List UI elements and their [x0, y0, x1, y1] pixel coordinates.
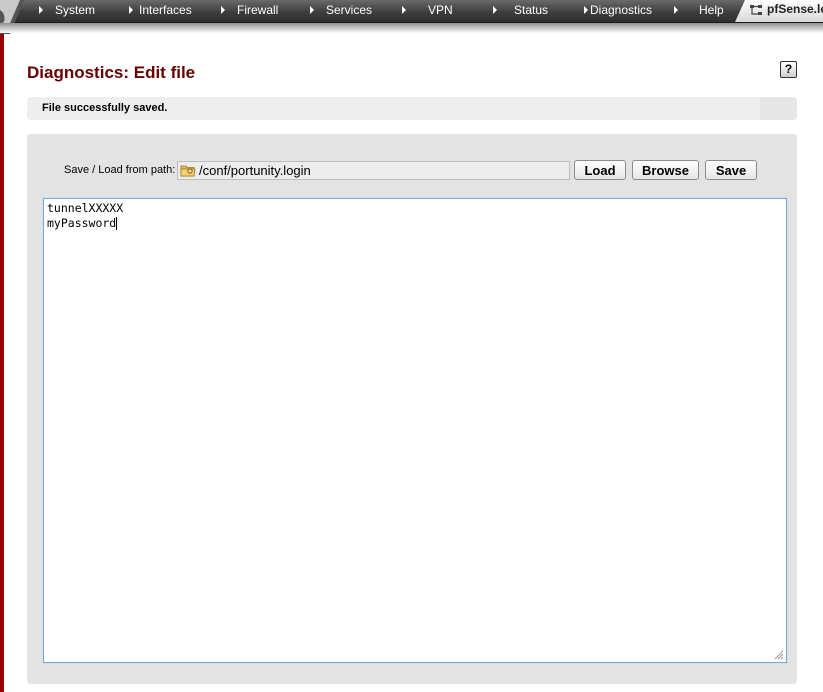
- text-caret: [116, 217, 118, 230]
- editor-line: tunnelXXXXX: [47, 201, 124, 215]
- nav-item-help[interactable]: Help: [674, 0, 724, 22]
- path-input[interactable]: [199, 162, 565, 179]
- triangle-right-icon: [39, 5, 43, 14]
- nav-shadow: [0, 23, 823, 33]
- triangle-right-icon: [310, 5, 314, 14]
- help-icon[interactable]: ?: [780, 61, 797, 78]
- nav-item-services[interactable]: Services: [310, 0, 372, 22]
- triangle-right-icon: [221, 5, 225, 14]
- save-button[interactable]: Save: [705, 160, 757, 180]
- triangle-right-icon: [402, 5, 406, 14]
- brand-link[interactable]: pfSense.lo: [767, 2, 823, 16]
- nav-item-system[interactable]: System: [39, 0, 95, 22]
- page-title: Diagnostics: Edit file: [27, 63, 196, 82]
- path-input-wrapper: [177, 161, 570, 180]
- triangle-right-icon: [584, 5, 588, 14]
- nav-item-interfaces[interactable]: Interfaces: [129, 0, 192, 22]
- triangle-right-icon: [493, 5, 497, 14]
- status-bar: File successfully saved.: [27, 97, 797, 120]
- edit-file-panel: Save / Load from path: Load Browse Save …: [27, 134, 797, 684]
- browse-button[interactable]: Browse: [632, 160, 699, 180]
- nav-item-firewall[interactable]: Firewall: [221, 0, 278, 22]
- resize-grip-icon[interactable]: [774, 650, 784, 660]
- nav-item-vpn[interactable]: VPN: [402, 0, 453, 22]
- folder-icon: [180, 165, 196, 177]
- network-icon: [750, 5, 762, 15]
- editor-line-with-caret: myPassword: [47, 216, 783, 231]
- nav-item-status[interactable]: Status: [493, 0, 548, 22]
- status-message: File successfully saved.: [42, 102, 168, 114]
- nav-item-diagnostics[interactable]: Diagnostics: [584, 0, 652, 22]
- load-button[interactable]: Load: [574, 160, 626, 180]
- file-content-textarea[interactable]: tunnelXXXXX myPassword: [43, 198, 787, 663]
- top-navigation: System Interfaces Firewall Services VPN …: [0, 0, 823, 23]
- page-frame-left: [0, 30, 4, 692]
- editor-line: myPassword: [47, 216, 117, 230]
- triangle-right-icon: [674, 5, 678, 14]
- triangle-right-icon: [129, 5, 133, 14]
- path-label: Save / Load from path:: [64, 164, 176, 176]
